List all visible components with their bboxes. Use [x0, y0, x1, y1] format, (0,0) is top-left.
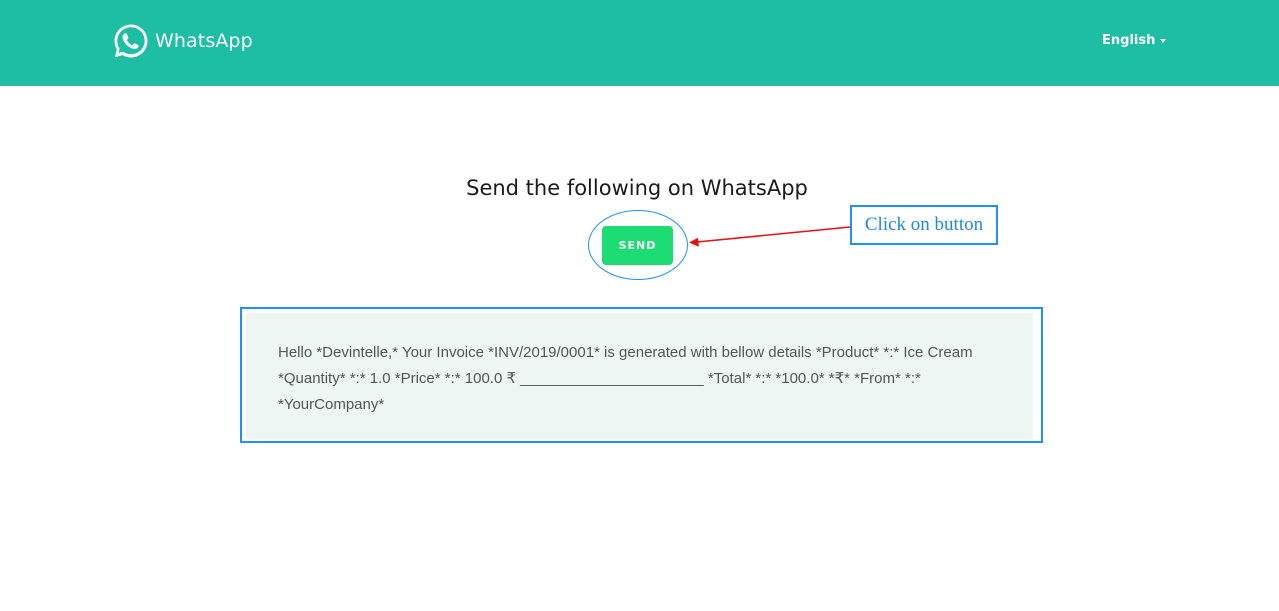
language-dropdown[interactable]: English	[1102, 33, 1167, 48]
whatsapp-logo-icon	[114, 24, 148, 58]
annotation-arrow	[689, 226, 851, 247]
page-title: Send the following on WhatsApp	[466, 176, 808, 200]
message-text: Hello *Devintelle,* Your Invoice *INV/20…	[278, 344, 973, 413]
arrow-head	[689, 237, 699, 247]
arrow-line	[696, 226, 851, 243]
annotation-callout: Click on button	[850, 205, 998, 245]
top-header: WhatsApp English	[0, 0, 1279, 86]
message-highlight-frame: Hello *Devintelle,* Your Invoice *INV/20…	[240, 307, 1043, 443]
send-button[interactable]: SEND	[602, 226, 673, 265]
brand-name: WhatsApp	[155, 30, 253, 52]
message-box: Hello *Devintelle,* Your Invoice *INV/20…	[246, 313, 1033, 439]
language-label: English	[1102, 33, 1156, 48]
whatsapp-logo[interactable]: WhatsApp	[112, 22, 253, 60]
caret-down-icon	[1160, 38, 1167, 43]
